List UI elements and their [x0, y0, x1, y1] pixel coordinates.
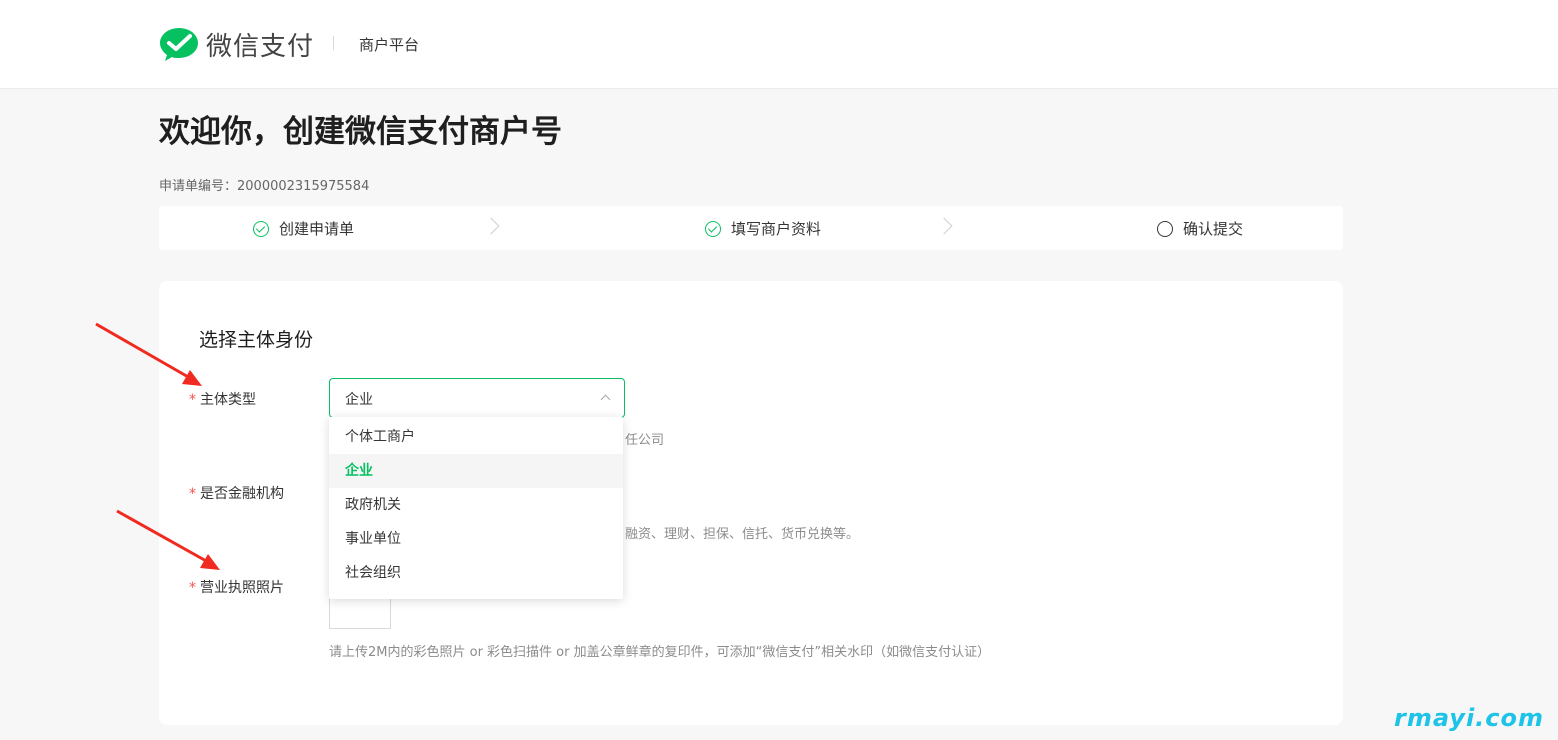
subject-type-label: * 主体类型	[189, 392, 256, 408]
check-circle-icon	[253, 220, 269, 237]
site-watermark: rmayi.com	[1394, 704, 1545, 732]
section-title: 选择主体身份	[199, 329, 314, 351]
step-label: 填写商户资料	[731, 220, 822, 238]
top-navigation-bar: 微信支付 商户平台	[0, 0, 1558, 89]
header-divider	[333, 36, 334, 50]
circle-icon	[1157, 220, 1173, 237]
progress-steps: 创建申请单 填写商户资料 确认提交	[159, 206, 1343, 250]
chevron-right-icon	[482, 217, 500, 235]
business-license-label: * 营业执照照片	[189, 580, 284, 596]
dropdown-option-enterprise[interactable]: 企业	[329, 454, 623, 488]
step-confirm-submit: 确认提交	[1157, 218, 1243, 239]
subject-identity-card: 选择主体身份 * 主体类型 企业 任公司 * 是否金融机构 融资、理财、担保、信托、…	[159, 281, 1343, 725]
step-create-application: 创建申请单	[253, 218, 354, 239]
dropdown-option-individual[interactable]: 个体工商户	[329, 420, 623, 454]
license-upload-hint: 请上传2M内的彩色照片 or 彩色扫描件 or 加盖公章鲜章的复印件，可添加“微…	[329, 645, 991, 660]
subject-type-dropdown: 个体工商户 企业 政府机关 事业单位 社会组织	[329, 417, 623, 599]
required-mark: *	[189, 580, 196, 596]
page-title: 欢迎你，创建微信支付商户号	[159, 114, 562, 150]
dropdown-option-government[interactable]: 政府机关	[329, 488, 623, 522]
step-label: 确认提交	[1183, 220, 1244, 238]
brand-name: 微信支付	[206, 32, 315, 62]
platform-name: 商户平台	[359, 36, 420, 54]
required-mark: *	[189, 486, 196, 502]
chevron-up-icon[interactable]	[600, 394, 611, 405]
step-label: 创建申请单	[279, 220, 355, 238]
subject-type-select[interactable]: 企业	[329, 378, 625, 418]
chevron-right-icon	[935, 217, 953, 235]
check-circle-icon	[705, 220, 721, 237]
financial-institution-hint: 融资、理财、担保、信托、货币兑换等。	[625, 527, 860, 542]
wechat-pay-logo-icon[interactable]	[159, 26, 199, 62]
subject-type-hint: 任公司	[625, 433, 665, 448]
select-value: 企业	[345, 392, 373, 408]
required-mark: *	[189, 392, 196, 408]
step-fill-merchant-info: 填写商户资料	[705, 218, 821, 239]
application-number: 申请单编号：2000002315975584	[159, 179, 370, 194]
dropdown-option-social-org[interactable]: 社会组织	[329, 556, 623, 590]
financial-institution-label: * 是否金融机构	[189, 486, 284, 502]
dropdown-option-institution[interactable]: 事业单位	[329, 522, 623, 556]
